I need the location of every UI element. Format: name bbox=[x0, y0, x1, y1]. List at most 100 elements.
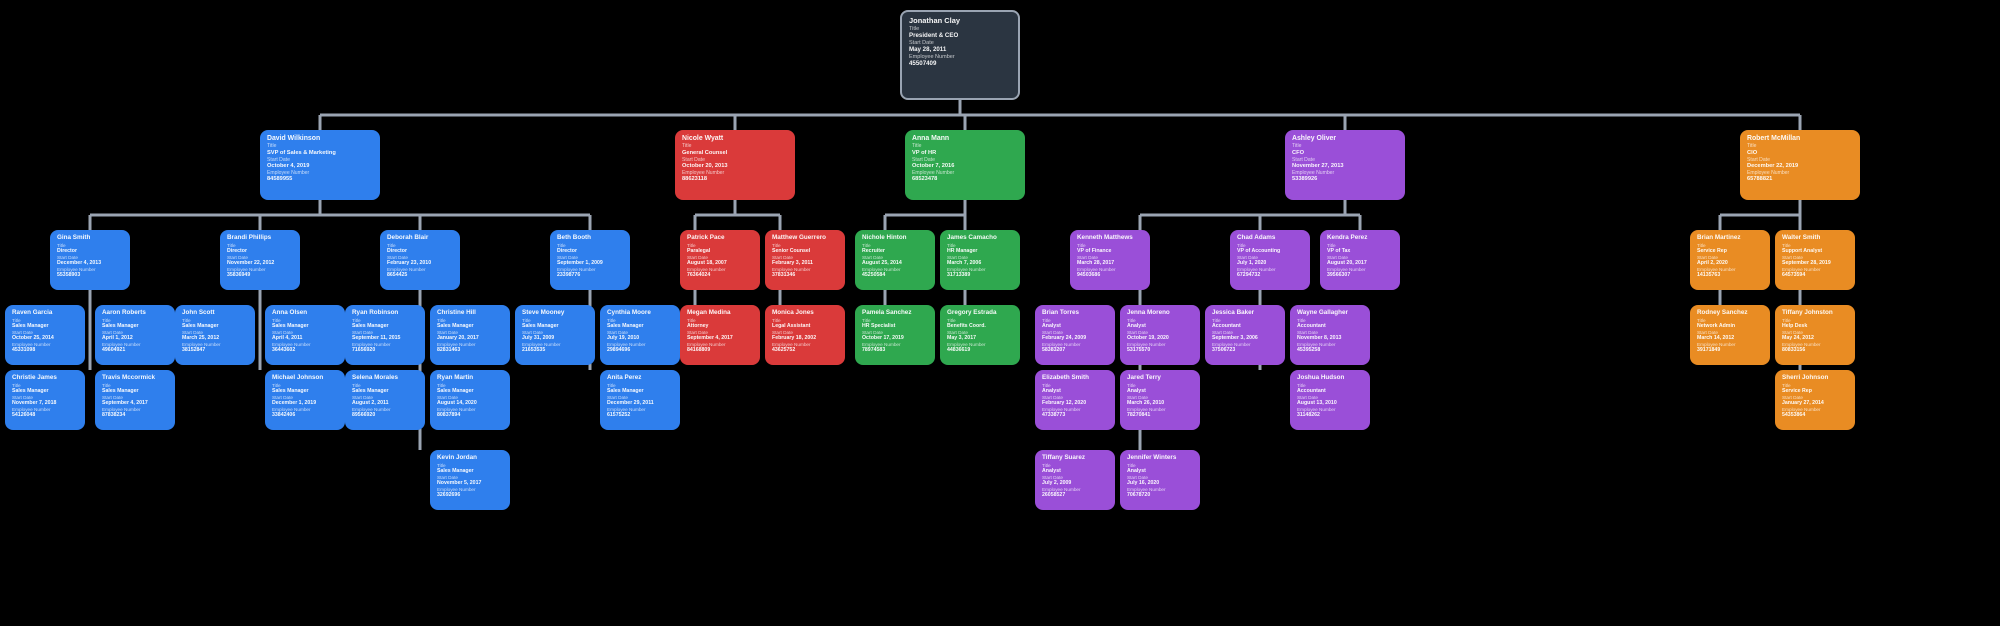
org-node-deborah-0[interactable]: Ryan RobinsonTitleSales ManagerStart Dat… bbox=[345, 305, 425, 365]
org-node-mcmillan-2[interactable]: Rodney SanchezTitleNetwork AdminStart Da… bbox=[1690, 305, 1770, 365]
node-emp: 45395258 bbox=[1297, 348, 1363, 353]
org-node-l1-0[interactable]: David WilkinsonTitleSVP of Sales & Marke… bbox=[260, 130, 380, 200]
node-start: September 1, 2009 bbox=[557, 261, 623, 266]
label-start: Start Date bbox=[912, 158, 1018, 163]
node-emp: 70678720 bbox=[1127, 493, 1193, 498]
org-node-wyatt-2[interactable]: Megan MedinaTitleAttorneyStart DateSepte… bbox=[680, 305, 760, 365]
node-start: July 19, 2010 bbox=[607, 336, 673, 341]
label-start: Start Date bbox=[947, 256, 1013, 261]
node-emp: 67294732 bbox=[1237, 273, 1303, 278]
label-start: Start Date bbox=[352, 396, 418, 401]
org-node-gina-3[interactable]: Travis MccormickTitleSales ManagerStart … bbox=[95, 370, 175, 430]
node-title: Director bbox=[387, 249, 453, 254]
node-name: Anna Olsen bbox=[272, 310, 338, 317]
org-node-l1-2[interactable]: Anna MannTitleVP of HRStart DateOctober … bbox=[905, 130, 1025, 200]
org-node-oliver-0[interactable]: Kenneth MatthewsTitleVP of FinanceStart … bbox=[1070, 230, 1150, 290]
org-node-wilkinson-dir-3[interactable]: Beth BoothTitleDirectorStart DateSeptemb… bbox=[550, 230, 630, 290]
label-title: Title bbox=[607, 384, 673, 389]
org-node-mcmillan-3[interactable]: Tiffany JohnstonTitleHelp DeskStart Date… bbox=[1775, 305, 1855, 365]
org-node-mann-1[interactable]: James CamachoTitleHR ManagerStart DateMa… bbox=[940, 230, 1020, 290]
org-node-beth-0[interactable]: Steve MooneyTitleSales ManagerStart Date… bbox=[515, 305, 595, 365]
node-title: Recruiter bbox=[862, 249, 928, 254]
org-node-brandi-2[interactable]: Michael JohnsonTitleSales ManagerStart D… bbox=[265, 370, 345, 430]
org-node-kenneth-1[interactable]: Jenna MorenoTitleAnalystStart DateOctobe… bbox=[1120, 305, 1200, 365]
label-start: Start Date bbox=[687, 331, 753, 336]
node-name: Brandi Phillips bbox=[227, 235, 293, 242]
org-node-chad-0[interactable]: Jessica BakerTitleAccountantStart DateSe… bbox=[1205, 305, 1285, 365]
label-start: Start Date bbox=[522, 331, 588, 336]
org-node-kenneth-3[interactable]: Jared TerryTitleAnalystStart DateMarch 2… bbox=[1120, 370, 1200, 430]
label-start: Start Date bbox=[909, 41, 1011, 47]
label-emp: Employee Number bbox=[102, 408, 168, 413]
node-title: Benefits Coord. bbox=[947, 324, 1013, 329]
node-name: Rodney Sanchez bbox=[1697, 310, 1763, 317]
org-node-wyatt-3[interactable]: Monica JonesTitleLegal AssistantStart Da… bbox=[765, 305, 845, 365]
label-title: Title bbox=[772, 319, 838, 324]
label-start: Start Date bbox=[607, 396, 673, 401]
org-node-chad-2[interactable]: Joshua HudsonTitleAccountantStart DateAu… bbox=[1290, 370, 1370, 430]
org-node-wilkinson-dir-0[interactable]: Gina SmithTitleDirectorStart DateDecembe… bbox=[50, 230, 130, 290]
node-title: Analyst bbox=[1042, 469, 1108, 474]
org-node-l1-1[interactable]: Nicole WyattTitleGeneral CounselStart Da… bbox=[675, 130, 795, 200]
org-node-deborah-2[interactable]: Selena MoralesTitleSales ManagerStart Da… bbox=[345, 370, 425, 430]
org-node-wyatt-0[interactable]: Patrick PaceTitleParalegalStart DateAugu… bbox=[680, 230, 760, 290]
node-emp: 8654425 bbox=[387, 273, 453, 278]
org-node-beth-1[interactable]: Cynthia MooreTitleSales ManagerStart Dat… bbox=[600, 305, 680, 365]
org-node-mcmillan-0[interactable]: Brian MartinezTitleService RepStart Date… bbox=[1690, 230, 1770, 290]
node-start: August 14, 2020 bbox=[437, 401, 503, 406]
node-start: October 19, 2020 bbox=[1127, 336, 1193, 341]
node-emp: 82831463 bbox=[437, 348, 503, 353]
org-node-gina-0[interactable]: Raven GarciaTitleSales ManagerStart Date… bbox=[5, 305, 85, 365]
label-emp: Employee Number bbox=[772, 343, 838, 348]
org-node-mann-3[interactable]: Gregory EstradaTitleBenefits Coord.Start… bbox=[940, 305, 1020, 365]
org-node-chad-1[interactable]: Wayne GallagherTitleAccountantStart Date… bbox=[1290, 305, 1370, 365]
node-name: Wayne Gallagher bbox=[1297, 310, 1363, 317]
org-node-root[interactable]: Jonathan Clay Title President & CEO Star… bbox=[900, 10, 1020, 100]
node-name: Ryan Robinson bbox=[352, 310, 418, 317]
label-title: Title bbox=[1297, 319, 1363, 324]
node-emp: 39566307 bbox=[1327, 273, 1393, 278]
org-node-deborah-3[interactable]: Ryan MartinTitleSales ManagerStart DateA… bbox=[430, 370, 510, 430]
node-title: Sales Manager bbox=[352, 389, 418, 394]
label-start: Start Date bbox=[102, 396, 168, 401]
org-node-brandi-0[interactable]: John ScottTitleSales ManagerStart DateMa… bbox=[175, 305, 255, 365]
org-node-oliver-1[interactable]: Chad AdamsTitleVP of AccountingStart Dat… bbox=[1230, 230, 1310, 290]
org-node-deborah-4[interactable]: Kevin JordanTitleSales ManagerStart Date… bbox=[430, 450, 510, 510]
label-start: Start Date bbox=[557, 256, 623, 261]
org-node-brandi-1[interactable]: Anna OlsenTitleSales ManagerStart DateAp… bbox=[265, 305, 345, 365]
org-node-deborah-1[interactable]: Christine HillTitleSales ManagerStart Da… bbox=[430, 305, 510, 365]
node-title: Accountant bbox=[1212, 324, 1278, 329]
node-name: Christie James bbox=[12, 375, 78, 382]
org-node-mann-2[interactable]: Pamela SanchezTitleHR SpecialistStart Da… bbox=[855, 305, 935, 365]
node-name: Kenneth Matthews bbox=[1077, 235, 1143, 242]
label-title: Title bbox=[1697, 319, 1763, 324]
label-start: Start Date bbox=[352, 331, 418, 336]
org-node-kenneth-5[interactable]: Jennifer WintersTitleAnalystStart DateJu… bbox=[1120, 450, 1200, 510]
label-emp: Employee Number bbox=[1297, 343, 1363, 348]
org-node-oliver-2[interactable]: Kendra PerezTitleVP of TaxStart DateAugu… bbox=[1320, 230, 1400, 290]
label-title: Title bbox=[1782, 244, 1848, 249]
org-node-mcmillan-1[interactable]: Walter SmithTitleSupport AnalystStart Da… bbox=[1775, 230, 1855, 290]
org-node-beth-2[interactable]: Anita PerezTitleSales ManagerStart DateD… bbox=[600, 370, 680, 430]
org-node-kenneth-4[interactable]: Tiffany SuarezTitleAnalystStart DateJuly… bbox=[1035, 450, 1115, 510]
org-node-l1-4[interactable]: Robert McMillanTitleCIOStart DateDecembe… bbox=[1740, 130, 1860, 200]
org-node-gina-2[interactable]: Christie JamesTitleSales ManagerStart Da… bbox=[5, 370, 85, 430]
org-node-kenneth-0[interactable]: Brian TorresTitleAnalystStart DateFebrua… bbox=[1035, 305, 1115, 365]
label-emp: Employee Number bbox=[912, 171, 1018, 176]
label-emp: Employee Number bbox=[909, 55, 1011, 61]
org-node-mann-0[interactable]: Nichole HintonTitleRecruiterStart DateAu… bbox=[855, 230, 935, 290]
org-node-wilkinson-dir-1[interactable]: Brandi PhillipsTitleDirectorStart DateNo… bbox=[220, 230, 300, 290]
label-title: Title bbox=[1237, 244, 1303, 249]
org-node-kenneth-2[interactable]: Elizabeth SmithTitleAnalystStart DateFeb… bbox=[1035, 370, 1115, 430]
label-title: Title bbox=[437, 464, 503, 469]
org-node-mcmillan-4[interactable]: Sherri JohnsonTitleService RepStart Date… bbox=[1775, 370, 1855, 430]
node-title: Support Analyst bbox=[1782, 249, 1848, 254]
org-node-l1-3[interactable]: Ashley OliverTitleCFOStart DateNovember … bbox=[1285, 130, 1405, 200]
node-emp: 53175570 bbox=[1127, 348, 1193, 353]
node-emp: 54353864 bbox=[1782, 413, 1848, 418]
node-start: December 29, 2011 bbox=[607, 401, 673, 406]
org-node-wyatt-1[interactable]: Matthew GuerreroTitleSenior CounselStart… bbox=[765, 230, 845, 290]
label-title: Title bbox=[1292, 144, 1398, 149]
org-node-wilkinson-dir-2[interactable]: Deborah BlairTitleDirectorStart DateFebr… bbox=[380, 230, 460, 290]
org-node-gina-1[interactable]: Aaron RobertsTitleSales ManagerStart Dat… bbox=[95, 305, 175, 365]
